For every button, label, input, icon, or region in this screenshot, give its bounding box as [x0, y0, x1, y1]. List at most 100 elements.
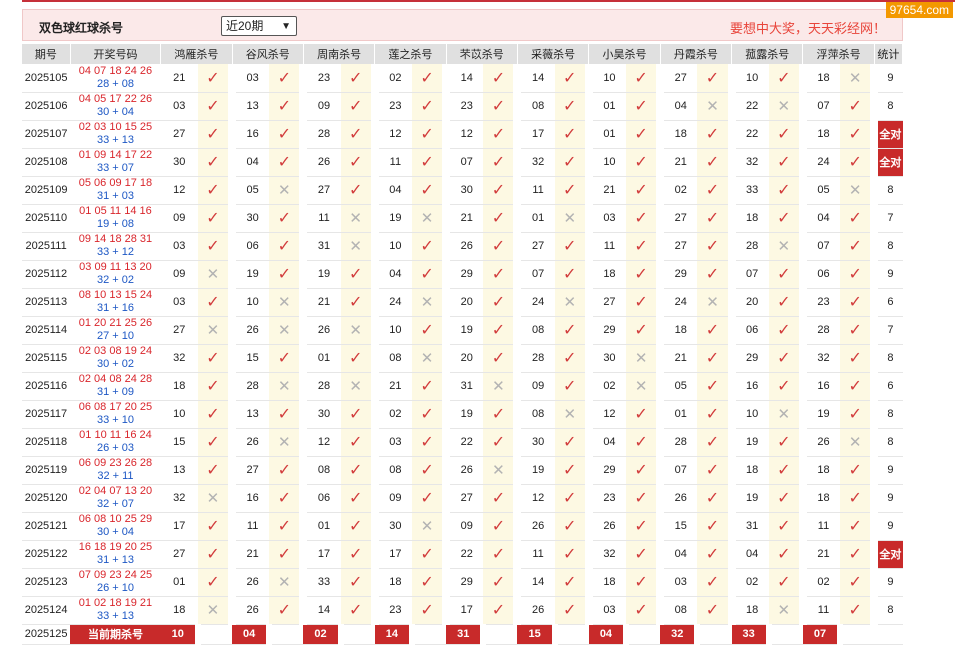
kill-number: 09 — [173, 212, 186, 224]
slogan-link[interactable]: 要想中大奖，天天彩经网！ — [730, 18, 886, 37]
cross-icon: ✕ — [278, 434, 291, 451]
check-icon: ✓ — [705, 546, 720, 563]
check-icon: ✓ — [348, 182, 363, 199]
kill-number: 20 — [460, 296, 473, 308]
result-mark: ✓ — [483, 428, 522, 456]
check-icon: ✓ — [491, 98, 506, 115]
table-row: 2025122 16 18 19 20 25 31 + 13 27 ✓ 21 ✓ 17 ✓ 17 ✓… — [22, 540, 903, 568]
check-icon: ✓ — [420, 574, 434, 591]
result-mark: ✓ — [554, 92, 593, 120]
hit-count: 8 — [887, 604, 894, 616]
check-icon: ✓ — [634, 154, 648, 171]
check-icon: ✓ — [848, 518, 862, 535]
result-mark: ✓ — [697, 64, 736, 92]
check-icon: ✓ — [705, 490, 720, 507]
result-mark: ✓ — [197, 428, 237, 456]
result-mark: ✓ — [197, 512, 237, 540]
hit-count: 9 — [887, 492, 894, 504]
check-icon: ✓ — [420, 182, 434, 199]
kill-number: 22 — [460, 548, 473, 560]
column-header: 小昊杀号 — [588, 44, 661, 64]
draw-numbers: 01 02 18 19 21 33 + 13 — [70, 596, 160, 624]
kill-number: 19 — [531, 464, 545, 476]
cross-icon: ✕ — [278, 574, 291, 591]
kill-number: 09 — [173, 268, 186, 280]
hit-count: 9 — [887, 268, 894, 280]
table-row: 2025113 08 10 13 15 24 31 + 16 03 ✓ 10 ✕ 21 ✓ 24 ✕… — [22, 288, 903, 316]
result-mark: ✓ — [768, 484, 807, 512]
result-mark: ✓ — [269, 120, 308, 148]
check-icon: ✓ — [848, 378, 862, 395]
kill-number: 26 — [246, 604, 259, 616]
spacer — [483, 624, 518, 644]
red-balls: 04 05 17 22 26 — [78, 93, 153, 105]
kill-number: 08 — [531, 100, 545, 112]
kill-number: 18 — [389, 576, 402, 588]
check-icon: ✓ — [777, 378, 791, 395]
check-icon: ✓ — [491, 602, 506, 619]
result-mark: ✓ — [269, 596, 308, 624]
result-mark: ✕ — [340, 204, 379, 232]
period-select[interactable]: 近20期 ▼ — [221, 16, 297, 36]
result-mark: ✓ — [840, 344, 879, 372]
result-mark: ✓ — [768, 64, 807, 92]
column-header: 开奖号码 — [70, 44, 162, 64]
result-mark: ✓ — [768, 456, 807, 484]
result-mark: ✓ — [697, 176, 736, 204]
result-mark: ✓ — [697, 260, 736, 288]
check-icon: ✓ — [563, 602, 577, 619]
kill-number: 21 — [674, 156, 687, 168]
kill-number: 28 — [674, 436, 687, 448]
check-icon: ✓ — [634, 546, 648, 563]
check-icon: ✓ — [348, 434, 363, 451]
check-icon: ✓ — [420, 602, 434, 619]
check-icon: ✓ — [705, 602, 720, 619]
spacer — [554, 624, 589, 644]
result-mark: ✓ — [768, 512, 807, 540]
kill-number: 13 — [246, 408, 259, 420]
check-icon: ✓ — [348, 462, 363, 479]
result-mark: ✓ — [483, 540, 522, 568]
blue-balls: 33 + 10 — [96, 414, 134, 426]
red-balls: 02 03 10 15 25 — [78, 121, 153, 133]
check-icon: ✓ — [277, 69, 292, 87]
blue-balls: 33 + 12 — [96, 246, 134, 258]
result-mark: ✓ — [197, 204, 237, 232]
result-mark: ✓ — [554, 232, 593, 260]
table-row: 2025106 04 05 17 22 26 30 + 04 03 ✓ 13 ✓ 09 ✓ 23 ✓… — [22, 92, 903, 120]
blue-balls: 33 + 13 — [96, 610, 134, 622]
kill-number: 03 — [173, 296, 186, 308]
blue-balls: 27 + 10 — [96, 330, 134, 342]
result-mark: ✓ — [840, 484, 879, 512]
kill-number: 02 — [389, 408, 402, 420]
red-balls: 03 09 11 13 20 — [79, 261, 152, 273]
result-mark: ✓ — [626, 176, 665, 204]
kill-number: 20 — [460, 352, 473, 364]
result-mark: ✕ — [840, 428, 879, 456]
result-mark: ✕ — [411, 512, 451, 540]
table-row: 2025107 02 03 10 15 25 33 + 13 27 ✓ 16 ✓ 28 ✓ 12 ✓… — [22, 120, 903, 148]
kill-number: 03 — [389, 436, 402, 448]
check-icon: ✓ — [277, 462, 292, 479]
blue-balls: 26 + 03 — [96, 442, 134, 454]
draw-numbers: 06 08 17 20 25 33 + 10 — [70, 400, 160, 428]
result-mark: ✓ — [340, 428, 379, 456]
check-icon: ✓ — [634, 98, 648, 115]
kill-number: 27 — [246, 464, 259, 476]
check-icon: ✓ — [277, 154, 292, 171]
kill-number: 30 — [317, 408, 331, 420]
check-icon: ✓ — [491, 126, 506, 143]
kill-number: 01 — [531, 212, 545, 224]
kill-number: 07 — [531, 268, 545, 280]
result-mark: ✓ — [340, 512, 379, 540]
kill-number: 04 — [389, 268, 402, 280]
result-mark: ✕ — [269, 428, 308, 456]
check-icon: ✓ — [634, 490, 648, 507]
draw-numbers: 07 09 23 24 25 26 + 10 — [70, 568, 160, 596]
check-icon: ✓ — [705, 518, 720, 535]
kill-number: 26 — [460, 240, 473, 252]
kill-number: 29 — [746, 352, 759, 364]
result-mark: ✓ — [768, 428, 807, 456]
cross-icon: ✕ — [206, 602, 220, 619]
kill-number: 18 — [817, 492, 830, 504]
